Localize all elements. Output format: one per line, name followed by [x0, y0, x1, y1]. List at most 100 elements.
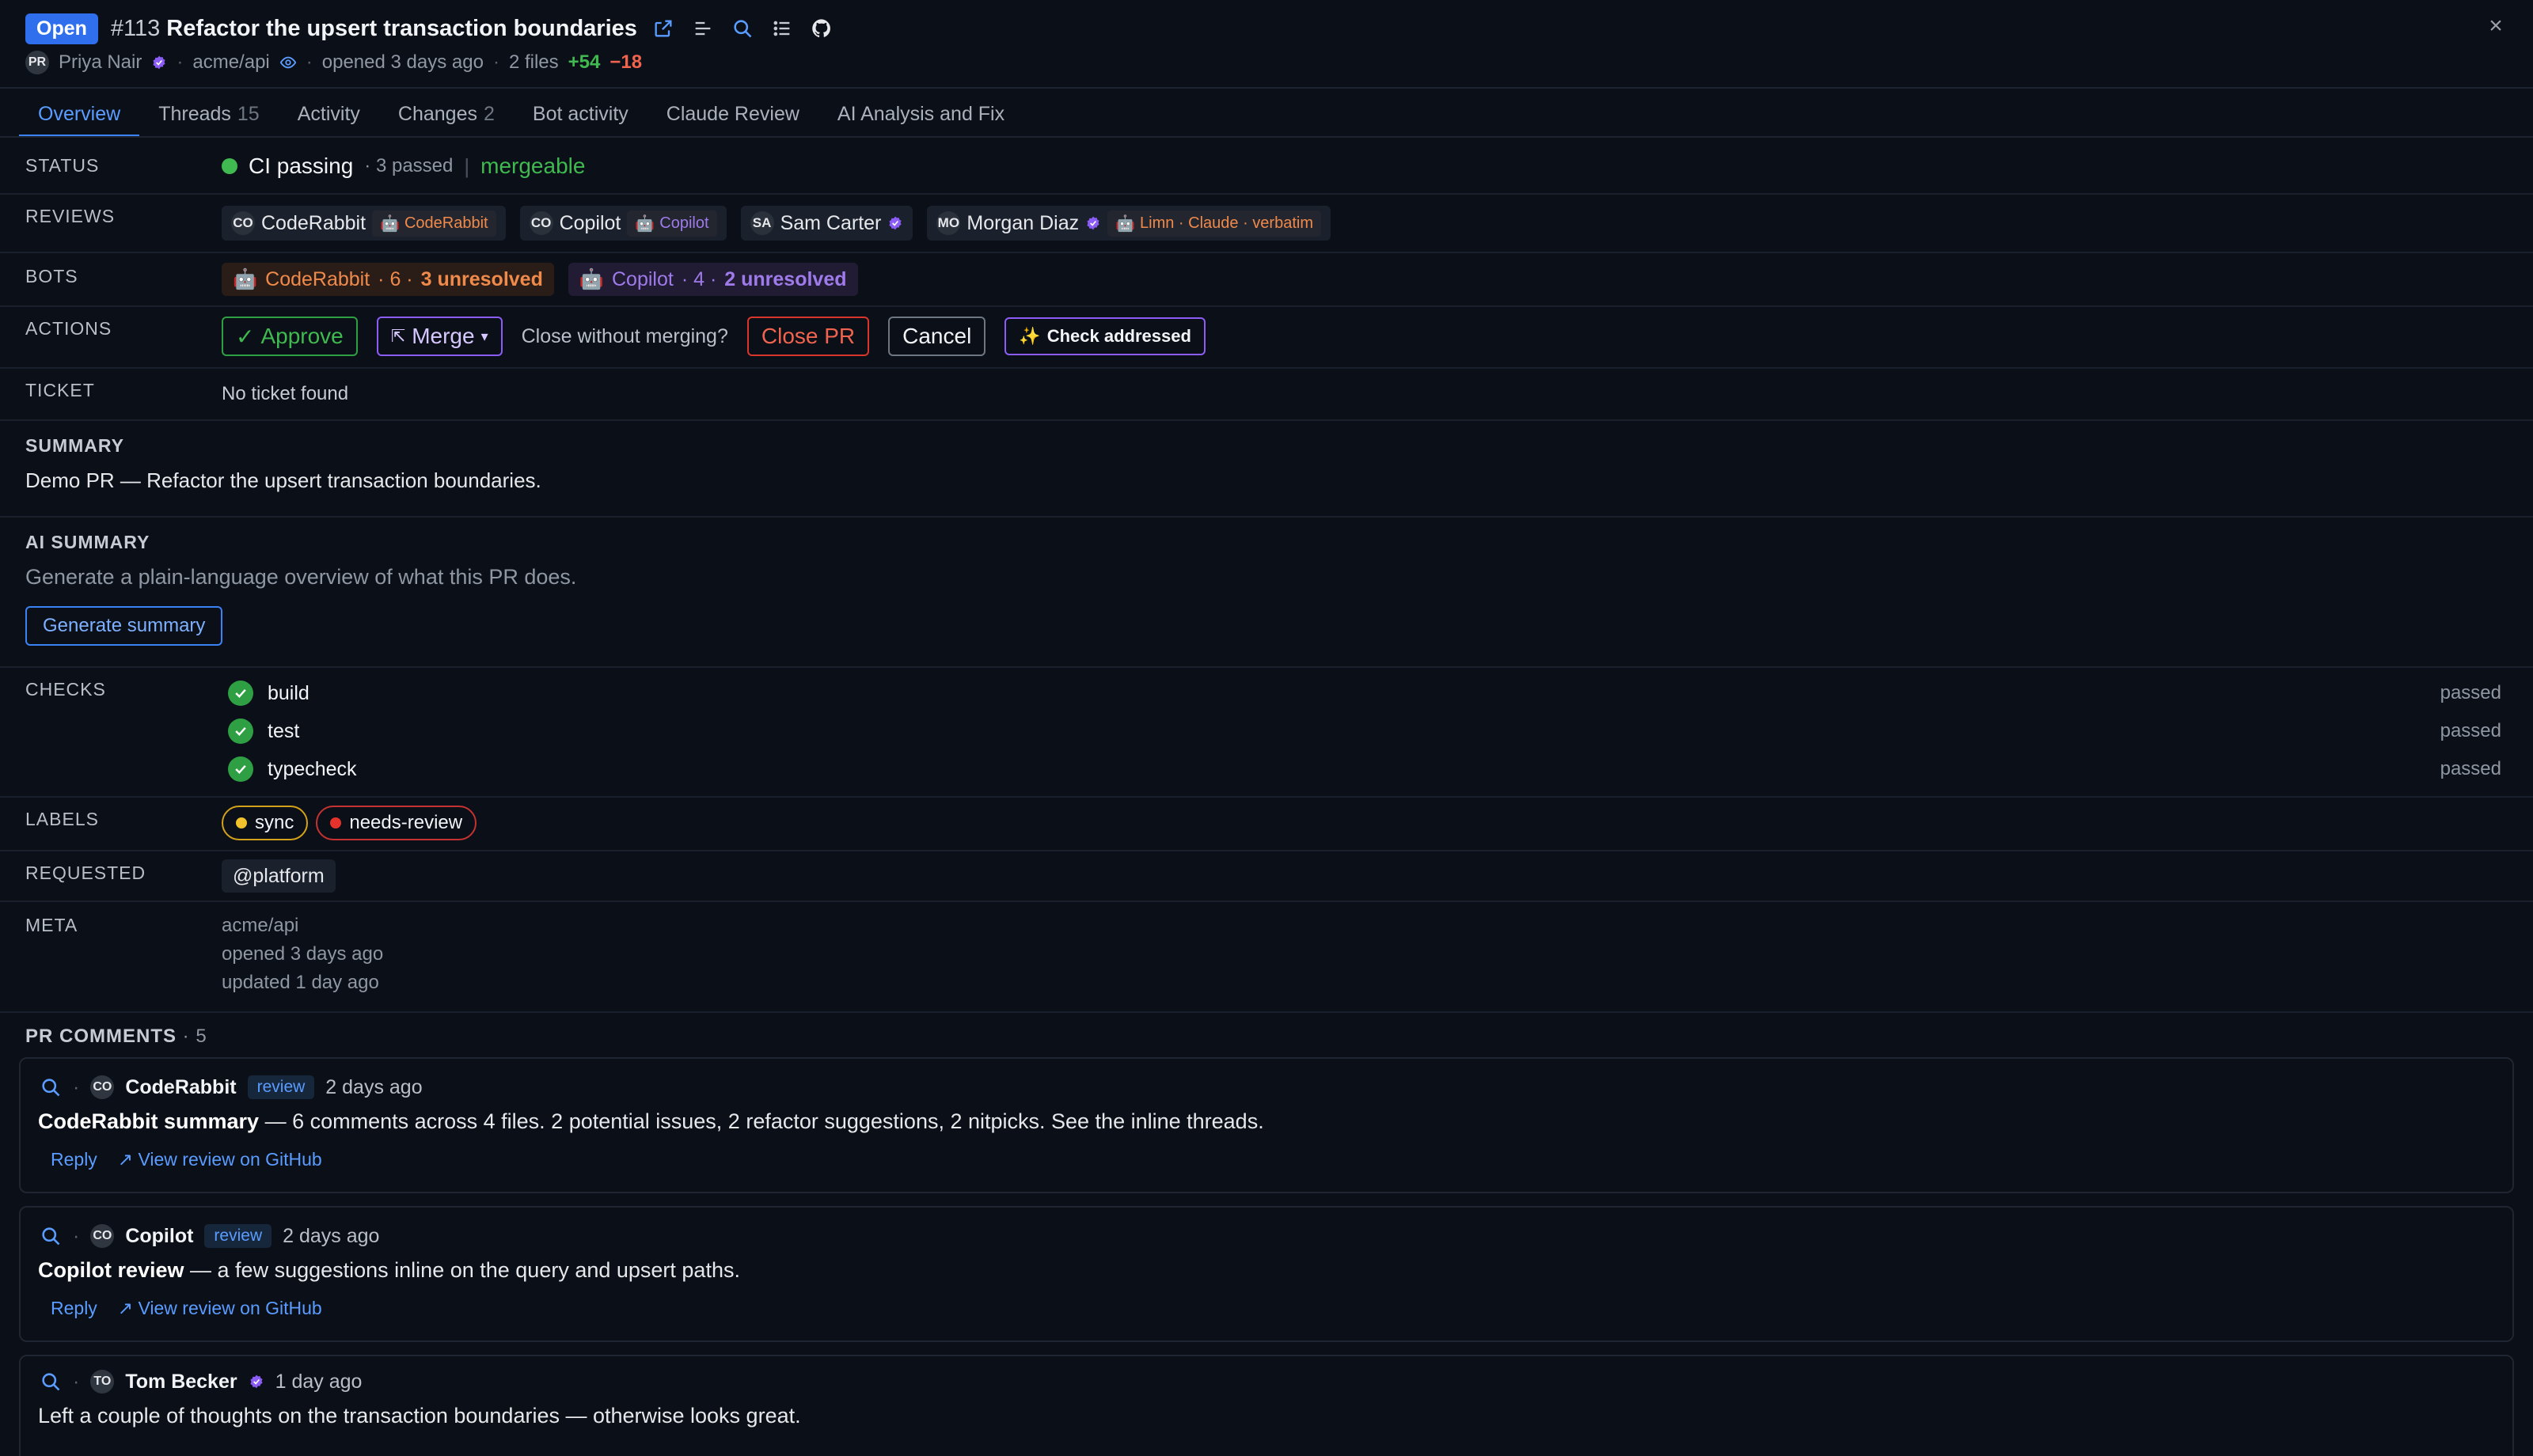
ci-status-dot	[222, 158, 237, 174]
reviewer-name: Sam Carter	[780, 211, 882, 234]
tab-claude-review[interactable]: Claude Review	[647, 90, 818, 138]
reviewer-chip[interactable]: MO Morgan Diaz 🤖 Limn · Claude · verbatim	[927, 206, 1331, 241]
cancel-button[interactable]: Cancel	[888, 317, 986, 356]
comment-author[interactable]: Copilot	[125, 1225, 193, 1248]
files-count[interactable]: 2 files	[509, 51, 559, 74]
reviewer-chip[interactable]: CO Copilot 🤖 Copilot	[519, 206, 727, 241]
tab-changes[interactable]: Changes 2	[379, 90, 514, 138]
separator: ·	[306, 51, 313, 73]
check-icon: ✓	[236, 324, 255, 349]
verified-icon	[153, 55, 165, 70]
bot-icon: 🤖	[635, 214, 655, 233]
comment-actions: Reply ↗ View review on GitHub	[51, 1149, 322, 1170]
comment-header: · TO Tom Becker 1 day ago	[40, 1366, 362, 1397]
title-row: Open #113 Refactor the upsert transactio…	[25, 11, 835, 46]
avatar: CO	[90, 1075, 115, 1099]
bot-chip-coderabbit[interactable]: 🤖 CodeRabbit · 6 · 3 unresolved	[222, 263, 554, 296]
bot-badge: 🤖 CodeRabbit	[372, 210, 496, 237]
comment-card: · CO CodeRabbit review 2 days ago CodeRa…	[19, 1057, 2514, 1193]
separator: ·	[73, 1075, 80, 1098]
review-tag: review	[247, 1075, 315, 1099]
label-chip[interactable]: needs-review	[316, 806, 477, 840]
summary-section: SUMMARY Demo PR — Refactor the upsert tr…	[0, 421, 2533, 518]
separator: ·	[177, 51, 184, 73]
reply-button[interactable]: Reply	[51, 1149, 97, 1170]
list-icon[interactable]	[769, 15, 796, 42]
tab-activity[interactable]: Activity	[279, 90, 379, 138]
row-label: REQUESTED	[25, 863, 146, 883]
author-name[interactable]: Priya Nair	[59, 51, 142, 74]
eye-icon[interactable]	[279, 54, 297, 71]
check-circle-icon	[228, 719, 253, 744]
check-item[interactable]: typecheck	[228, 753, 357, 785]
opened-time: opened 3 days ago	[321, 51, 484, 73]
approve-button[interactable]: ✓ Approve	[222, 317, 358, 356]
check-status: passed	[2440, 758, 2501, 779]
row-label: CHECKS	[25, 679, 106, 700]
check-circle-icon	[228, 681, 253, 706]
reviewer-name: CodeRabbit	[261, 211, 366, 234]
requested-reviewer-chip[interactable]: @platform	[222, 859, 336, 893]
separator: ·	[73, 1224, 80, 1247]
reviewer-chip[interactable]: SA Sam Carter	[740, 206, 913, 241]
review-tag: review	[204, 1224, 272, 1248]
tab-overview[interactable]: Overview	[19, 90, 140, 138]
comment-author[interactable]: CodeRabbit	[125, 1076, 236, 1099]
search-icon[interactable]	[40, 1371, 62, 1393]
close-icon[interactable]: ×	[2482, 13, 2509, 40]
summary-text: Demo PR — Refactor the upsert transactio…	[25, 468, 541, 492]
check-status: passed	[2440, 682, 2501, 703]
merge-button[interactable]: ⇱ Merge ▾	[376, 317, 503, 356]
bot-icon: 🤖	[579, 267, 604, 290]
repo-name[interactable]: acme/api	[192, 51, 269, 74]
search-icon[interactable]	[729, 15, 756, 42]
comment-actions: Reply ↗ View review on GitHub	[51, 1298, 322, 1319]
github-icon[interactable]	[808, 15, 835, 42]
tab-ai-analysis[interactable]: AI Analysis and Fix	[818, 90, 1023, 138]
separator: ·	[492, 51, 499, 73]
avatar: CO	[529, 211, 553, 235]
view-on-github-link[interactable]: ↗ View review on GitHub	[118, 1298, 322, 1319]
avatar: PR	[25, 51, 49, 74]
bot-icon: 🤖	[1115, 214, 1136, 233]
comment-author[interactable]: Tom Becker	[125, 1371, 237, 1393]
generate-summary-button[interactable]: Generate summary	[25, 606, 223, 646]
tab-bot-activity[interactable]: Bot activity	[514, 90, 647, 138]
reviewer-name: Morgan Diaz	[966, 211, 1080, 234]
pr-meta-row: PR Priya Nair · acme/api · opened 3 days…	[25, 49, 642, 76]
actions-row: ACTIONS ✓ Approve ⇱ Merge ▾ Close without m…	[0, 307, 2533, 369]
check-name: test	[268, 719, 300, 742]
view-on-github-link[interactable]: ↗ View review on GitHub	[118, 1149, 322, 1170]
search-icon[interactable]	[40, 1076, 62, 1098]
page-title: Refactor the upsert transaction boundari…	[166, 15, 637, 41]
filter-lines-icon[interactable]	[689, 15, 716, 42]
close-pr-button[interactable]: Close PR	[746, 317, 870, 356]
bot-badge: 🤖 Limn · Claude · verbatim	[1107, 210, 1321, 237]
bot-chip-copilot[interactable]: 🤖 Copilot · 4 · 2 unresolved	[568, 263, 858, 296]
merge-state: mergeable	[480, 154, 586, 178]
meta-updated: updated 1 day ago	[222, 972, 379, 993]
comment-header: · CO CodeRabbit review 2 days ago	[40, 1071, 423, 1103]
check-item[interactable]: test	[228, 715, 299, 747]
comments-heading: PR COMMENTS · 5	[25, 1026, 207, 1047]
comment-time: 2 days ago	[283, 1224, 380, 1247]
ci-status: CI passing	[249, 154, 354, 178]
merge-icon: ⇱	[390, 326, 406, 346]
row-label: TICKET	[25, 380, 95, 400]
label-chip[interactable]: sync	[222, 806, 309, 840]
verified-icon	[250, 1374, 263, 1389]
tab-threads[interactable]: Threads 15	[139, 90, 279, 138]
search-icon[interactable]	[40, 1225, 62, 1247]
chevron-down-icon: ▾	[480, 328, 488, 344]
check-circle-icon	[228, 756, 253, 782]
avatar: MO	[936, 211, 961, 235]
external-link-icon[interactable]	[650, 15, 677, 42]
check-item[interactable]: build	[228, 677, 310, 709]
comment-card: · TO Tom Becker 1 day ago Left a couple …	[19, 1355, 2514, 1456]
check-addressed-button[interactable]: ✨ Check addressed	[1004, 317, 1206, 355]
reply-button[interactable]: Reply	[51, 1298, 97, 1319]
meta-repo: acme/api	[222, 915, 299, 936]
bot-icon: 🤖	[380, 214, 400, 233]
row-label: STATUS	[25, 155, 100, 176]
reviewer-chip[interactable]: CO CodeRabbit 🤖 CodeRabbit	[222, 206, 506, 241]
